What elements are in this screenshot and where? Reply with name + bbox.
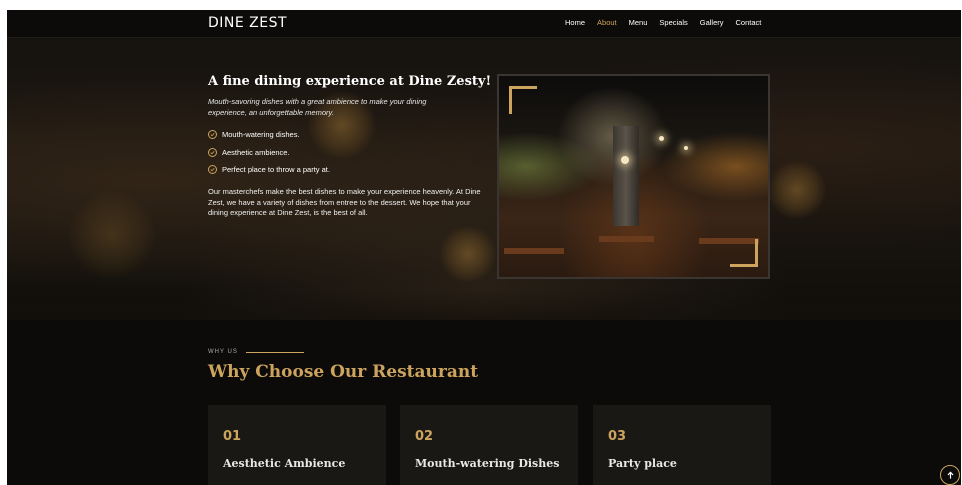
feature-text: Aesthetic ambience.	[222, 147, 290, 157]
hero-section: A fine dining experience at Dine Zesty! …	[7, 10, 961, 320]
check-circle-icon	[208, 147, 217, 157]
hero-paragraph: Our masterchefs make the best dishes to …	[208, 187, 481, 218]
feature-card: 03 Party place	[593, 405, 771, 485]
navbar: DINE ZEST Home About Menu Specials Galle…	[7, 10, 961, 38]
image-pillar	[613, 126, 639, 226]
section-label-line	[245, 351, 304, 353]
nav-link-about[interactable]: About	[597, 18, 617, 27]
brand-logo[interactable]: DINE ZEST	[208, 15, 287, 31]
card-title: Party place	[608, 457, 677, 470]
section-label: WHY US	[208, 349, 304, 355]
hero-title: A fine dining experience at Dine Zesty!	[208, 74, 492, 89]
feature-card: 02 Mouth-watering Dishes	[400, 405, 578, 485]
gold-corner-frame	[509, 86, 537, 114]
nav-link-contact[interactable]: Contact	[736, 18, 762, 27]
card-title: Mouth-watering Dishes	[415, 457, 560, 470]
card-number: 02	[415, 429, 434, 444]
image-lamp	[684, 146, 688, 150]
restaurant-interior-image	[497, 74, 770, 279]
check-circle-icon	[208, 130, 217, 140]
feature-text: Perfect place to throw a party at.	[222, 165, 330, 175]
nav-link-home[interactable]: Home	[565, 18, 585, 27]
card-number: 03	[608, 429, 627, 444]
check-circle-icon	[208, 165, 217, 175]
image-lamp	[621, 156, 629, 164]
image-lamp	[659, 136, 664, 141]
feature-card: 01 Aesthetic Ambience	[208, 405, 386, 485]
arrow-up-icon	[947, 471, 953, 479]
image-table	[504, 248, 564, 254]
page: A fine dining experience at Dine Zesty! …	[7, 10, 961, 485]
nav-link-specials[interactable]: Specials	[659, 18, 687, 27]
feature-item: Mouth-watering dishes.	[208, 126, 330, 144]
hero-subtitle: Mouth-savoring dishes with a great ambie…	[208, 97, 427, 117]
back-to-top-button[interactable]	[940, 465, 960, 485]
background-flower-decoration	[767, 160, 827, 220]
nav-link-gallery[interactable]: Gallery	[700, 18, 724, 27]
image-table	[599, 236, 654, 242]
feature-list: Mouth-watering dishes. Aesthetic ambienc…	[208, 126, 330, 179]
nav-links: Home About Menu Specials Gallery Contact	[565, 18, 773, 27]
feature-item: Perfect place to throw a party at.	[208, 161, 330, 179]
background-flower-decoration	[439, 225, 497, 283]
card-number: 01	[223, 429, 242, 444]
feature-text: Mouth-watering dishes.	[222, 130, 300, 140]
feature-item: Aesthetic ambience.	[208, 144, 330, 162]
gold-corner-frame	[730, 239, 758, 267]
section-label-text: WHY US	[208, 349, 238, 355]
card-title: Aesthetic Ambience	[223, 457, 346, 470]
nav-link-menu[interactable]: Menu	[629, 18, 648, 27]
background-flower-decoration	[67, 190, 157, 280]
section-title: Why Choose Our Restaurant	[208, 362, 479, 382]
